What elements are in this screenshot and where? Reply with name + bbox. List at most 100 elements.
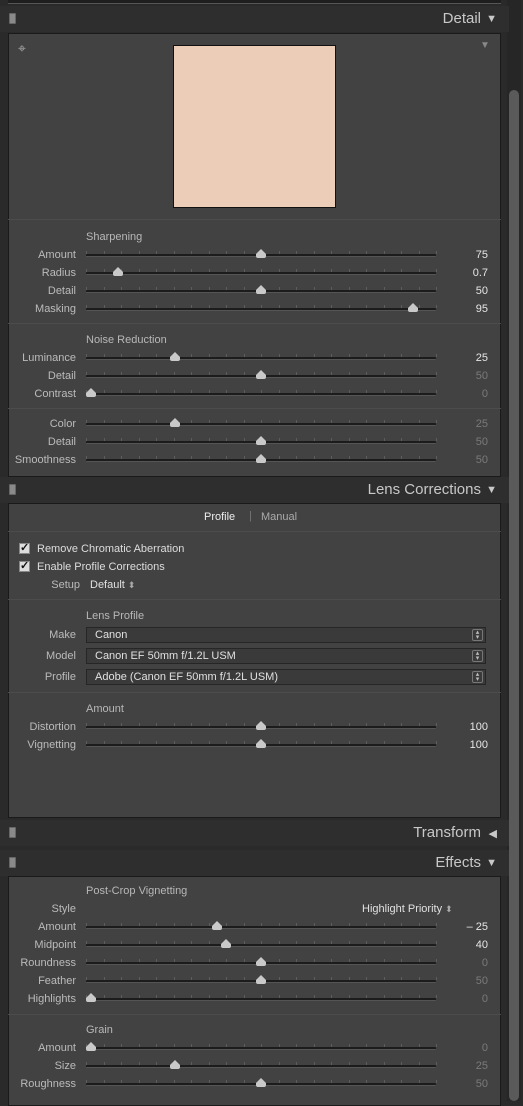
slider-track[interactable] (86, 993, 437, 1002)
slider-tick (156, 941, 157, 944)
slider-thumb[interactable] (256, 957, 266, 966)
slider-track[interactable] (86, 388, 437, 397)
slider-track[interactable] (86, 418, 437, 427)
slider-thumb[interactable] (170, 352, 181, 361)
slider-thumb[interactable] (112, 267, 123, 276)
slider-track[interactable] (86, 1042, 437, 1051)
slider-tick (86, 420, 87, 423)
slider-thumb[interactable] (86, 388, 97, 397)
solo-toggle-icon[interactable] (9, 13, 16, 24)
solo-toggle-icon[interactable] (9, 484, 16, 495)
slider-value[interactable]: 50 (448, 975, 488, 987)
slider-value[interactable]: 100 (448, 739, 488, 751)
slider-value[interactable]: 50 (448, 370, 488, 382)
profile-select[interactable]: Adobe (Canon EF 50mm f/1.2L USM) ▴ ▾ (86, 669, 486, 685)
slider-value[interactable]: 50 (448, 454, 488, 466)
slider-tick (436, 723, 437, 726)
slider-track[interactable] (86, 975, 437, 984)
remove-ca-label[interactable]: Remove Chromatic Aberration (37, 543, 184, 555)
slider-track[interactable] (86, 267, 437, 276)
slider-value[interactable]: 50 (448, 436, 488, 448)
slider-value[interactable]: 75 (448, 249, 488, 261)
make-select[interactable]: Canon ▴ ▾ (86, 627, 486, 643)
slider-thumb[interactable] (256, 370, 266, 379)
tab-manual[interactable]: Manual (261, 511, 297, 523)
slider-value[interactable]: 0 (448, 957, 488, 969)
slider-track[interactable] (86, 454, 437, 463)
enable-profile-checkbox[interactable]: ✓ (19, 561, 30, 572)
slider-thumb[interactable] (256, 454, 266, 463)
slider-thumb[interactable] (221, 939, 231, 948)
enable-profile-label[interactable]: Enable Profile Corrections (37, 561, 165, 573)
slider-tick (208, 959, 210, 962)
solo-toggle-icon[interactable] (9, 857, 16, 868)
preview-menu-triangle-icon[interactable]: ▼ (480, 40, 490, 51)
style-dropdown[interactable]: Highlight Priority ⬍ (362, 903, 453, 915)
slider-thumb[interactable] (256, 739, 266, 748)
slider-track[interactable] (86, 921, 437, 930)
slider-tick (296, 251, 297, 254)
slider-tick (296, 923, 297, 926)
solo-toggle-icon[interactable] (9, 827, 16, 838)
effects-panel-header[interactable]: Effects ▼ (0, 850, 509, 876)
slider-tick (138, 977, 140, 980)
slider-track[interactable] (86, 957, 437, 966)
panel-scrollbar-thumb[interactable] (509, 90, 519, 1101)
detail-preview-image[interactable] (173, 45, 336, 208)
slider-thumb[interactable] (256, 721, 266, 730)
slider-value[interactable]: 95 (448, 303, 488, 315)
collapse-triangle-icon[interactable]: ▼ (486, 857, 497, 869)
slider-track[interactable] (86, 285, 437, 294)
collapse-triangle-icon[interactable]: ▼ (486, 484, 497, 496)
slider-track[interactable] (86, 939, 437, 948)
slider-thumb[interactable] (170, 1060, 181, 1069)
model-select[interactable]: Canon EF 50mm f/1.2L USM ▴ ▾ (86, 648, 486, 664)
slider-track[interactable] (86, 352, 437, 361)
slider-thumb[interactable] (256, 285, 266, 294)
collapse-triangle-icon[interactable]: ▼ (486, 13, 497, 25)
remove-ca-checkbox[interactable]: ✓ (19, 543, 30, 554)
slider-track[interactable] (86, 721, 437, 730)
target-adjust-icon[interactable]: ⌖ (18, 40, 26, 57)
slider-value[interactable]: 25 (448, 418, 488, 430)
detail-panel-header[interactable]: Detail ▼ (0, 6, 509, 32)
slider-track[interactable] (86, 739, 437, 748)
slider-track[interactable] (86, 303, 437, 312)
slider-track[interactable] (86, 1060, 437, 1069)
setup-dropdown[interactable]: Default ⬍ (90, 579, 135, 591)
slider-value[interactable]: 0 (448, 388, 488, 400)
slider-value[interactable]: 0 (448, 993, 488, 1005)
slider-thumb[interactable] (212, 921, 223, 930)
slider-track[interactable] (86, 1078, 437, 1087)
slider-tick (331, 741, 332, 744)
slider-thumb[interactable] (86, 1042, 97, 1051)
slider-thumb[interactable] (256, 436, 266, 445)
slider-track[interactable] (86, 249, 437, 258)
slider-value[interactable]: – 25 (448, 921, 488, 933)
slider-thumb[interactable] (256, 975, 266, 984)
slider-value[interactable]: 25 (448, 352, 488, 364)
slider-tick (156, 269, 157, 272)
slider-value[interactable]: 100 (448, 721, 488, 733)
slider-value[interactable]: 25 (448, 1060, 488, 1072)
slider-value[interactable]: 0.7 (448, 267, 488, 279)
slider-value[interactable]: 50 (448, 1078, 488, 1090)
slider-tick (103, 995, 105, 998)
slider-value[interactable]: 40 (448, 939, 488, 951)
slider-tick (173, 923, 175, 926)
lens-panel-header[interactable]: Lens Corrections ▼ (0, 477, 509, 503)
slider-track[interactable] (86, 370, 437, 379)
slider-thumb[interactable] (256, 1078, 266, 1087)
slider-thumb[interactable] (170, 418, 181, 427)
tab-profile[interactable]: Profile (204, 511, 235, 523)
slider-value[interactable]: 0 (448, 1042, 488, 1054)
slider-track[interactable] (86, 436, 437, 445)
transform-panel-header[interactable]: Transform ◀ (0, 820, 509, 846)
slider-thumb[interactable] (408, 303, 419, 312)
slider-tick (436, 1080, 437, 1083)
slider-tick (86, 741, 87, 744)
expand-triangle-icon[interactable]: ◀ (489, 827, 497, 840)
slider-thumb[interactable] (256, 249, 266, 258)
slider-thumb[interactable] (86, 993, 97, 1002)
slider-value[interactable]: 50 (448, 285, 488, 297)
